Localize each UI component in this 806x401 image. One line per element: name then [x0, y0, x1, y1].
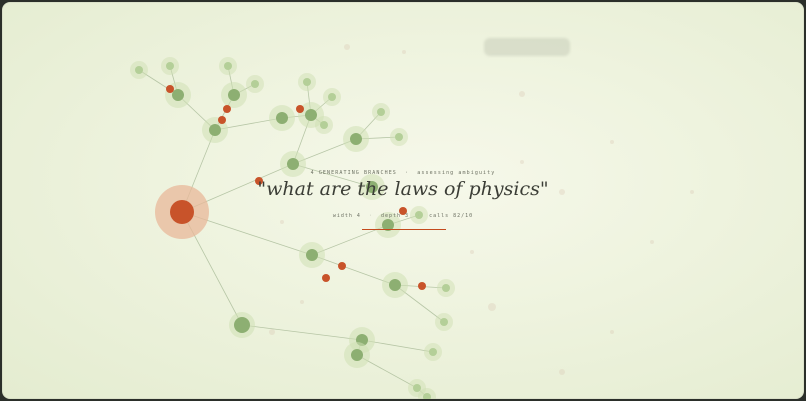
- leaf-node: [440, 318, 448, 326]
- background-dot: [610, 140, 614, 144]
- background-dot: [559, 189, 565, 195]
- active-node: [338, 262, 346, 270]
- thought-graph: [130, 44, 694, 399]
- leaf-node: [377, 108, 385, 116]
- leaf-node: [429, 348, 437, 356]
- active-node: [418, 282, 426, 290]
- branch-node: [351, 349, 363, 361]
- background-dot: [559, 369, 565, 375]
- branch-node: [228, 89, 240, 101]
- leaf-node: [303, 78, 311, 86]
- background-dot: [610, 330, 614, 334]
- blurred-top-control[interactable]: [484, 38, 570, 56]
- branch-node: [305, 109, 317, 121]
- active-node: [255, 177, 263, 185]
- branch-node: [234, 317, 250, 333]
- leaf-node: [395, 133, 403, 141]
- leaf-node: [415, 211, 423, 219]
- background-dot: [650, 240, 654, 244]
- branch-node: [172, 89, 184, 101]
- branch-node: [350, 133, 362, 145]
- leaf-node: [224, 62, 232, 70]
- background-dot: [519, 91, 525, 97]
- active-node: [296, 105, 304, 113]
- branch-node: [366, 181, 378, 193]
- leaf-node: [166, 62, 174, 70]
- background-dot: [269, 329, 275, 335]
- background-dot: [344, 44, 350, 50]
- leaf-node: [413, 384, 421, 392]
- active-node: [218, 116, 226, 124]
- leaf-node: [135, 66, 143, 74]
- background-dot: [470, 250, 474, 254]
- branch-node: [389, 279, 401, 291]
- branch-node: [276, 112, 288, 124]
- branch-node: [287, 158, 299, 170]
- branch-node: [382, 219, 394, 231]
- leaf-node: [320, 121, 328, 129]
- leaf-node: [442, 284, 450, 292]
- branch-node: [306, 249, 318, 261]
- leaf-node: [251, 80, 259, 88]
- background-dot: [402, 50, 406, 54]
- root-node: [170, 200, 194, 224]
- background-dot: [488, 303, 496, 311]
- background-dot: [520, 160, 524, 164]
- background-dot: [690, 190, 694, 194]
- branch-node: [209, 124, 221, 136]
- active-node: [166, 85, 174, 93]
- active-node: [322, 274, 330, 282]
- background-dot: [280, 220, 284, 224]
- leaf-node: [328, 93, 336, 101]
- graph-edge: [241, 324, 363, 341]
- active-node: [399, 207, 407, 215]
- active-node: [223, 105, 231, 113]
- background-dot: [300, 300, 304, 304]
- app-window: 4 GENERATING BRANCHES · assessing ambigu…: [2, 2, 804, 399]
